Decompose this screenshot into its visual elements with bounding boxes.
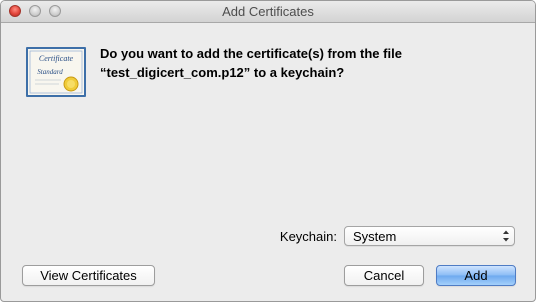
- certificate-icon: Certificate Standard: [26, 47, 86, 97]
- view-certificates-button[interactable]: View Certificates: [22, 265, 155, 286]
- message-line-1: Do you want to add the certificate(s) fr…: [100, 46, 402, 61]
- confirmation-message: Do you want to add the certificate(s) fr…: [100, 44, 500, 82]
- certificate-icon-title: Certificate: [39, 54, 74, 63]
- add-button[interactable]: Add: [436, 265, 516, 286]
- cancel-button[interactable]: Cancel: [344, 265, 424, 286]
- keychain-select[interactable]: System: [344, 226, 515, 246]
- keychain-selected-value: System: [353, 229, 397, 244]
- certificate-icon-subtitle: Standard: [37, 68, 63, 76]
- up-down-arrows-icon: [503, 230, 509, 242]
- window-title: Add Certificates: [222, 4, 314, 19]
- message-line-2: “test_digicert_com.p12” to a keychain?: [100, 65, 345, 80]
- keychain-label: Keychain:: [279, 229, 337, 244]
- title-bar: Add Certificates: [1, 1, 535, 23]
- add-certificates-dialog: Add Certificates Certificate Standard Do…: [0, 0, 536, 302]
